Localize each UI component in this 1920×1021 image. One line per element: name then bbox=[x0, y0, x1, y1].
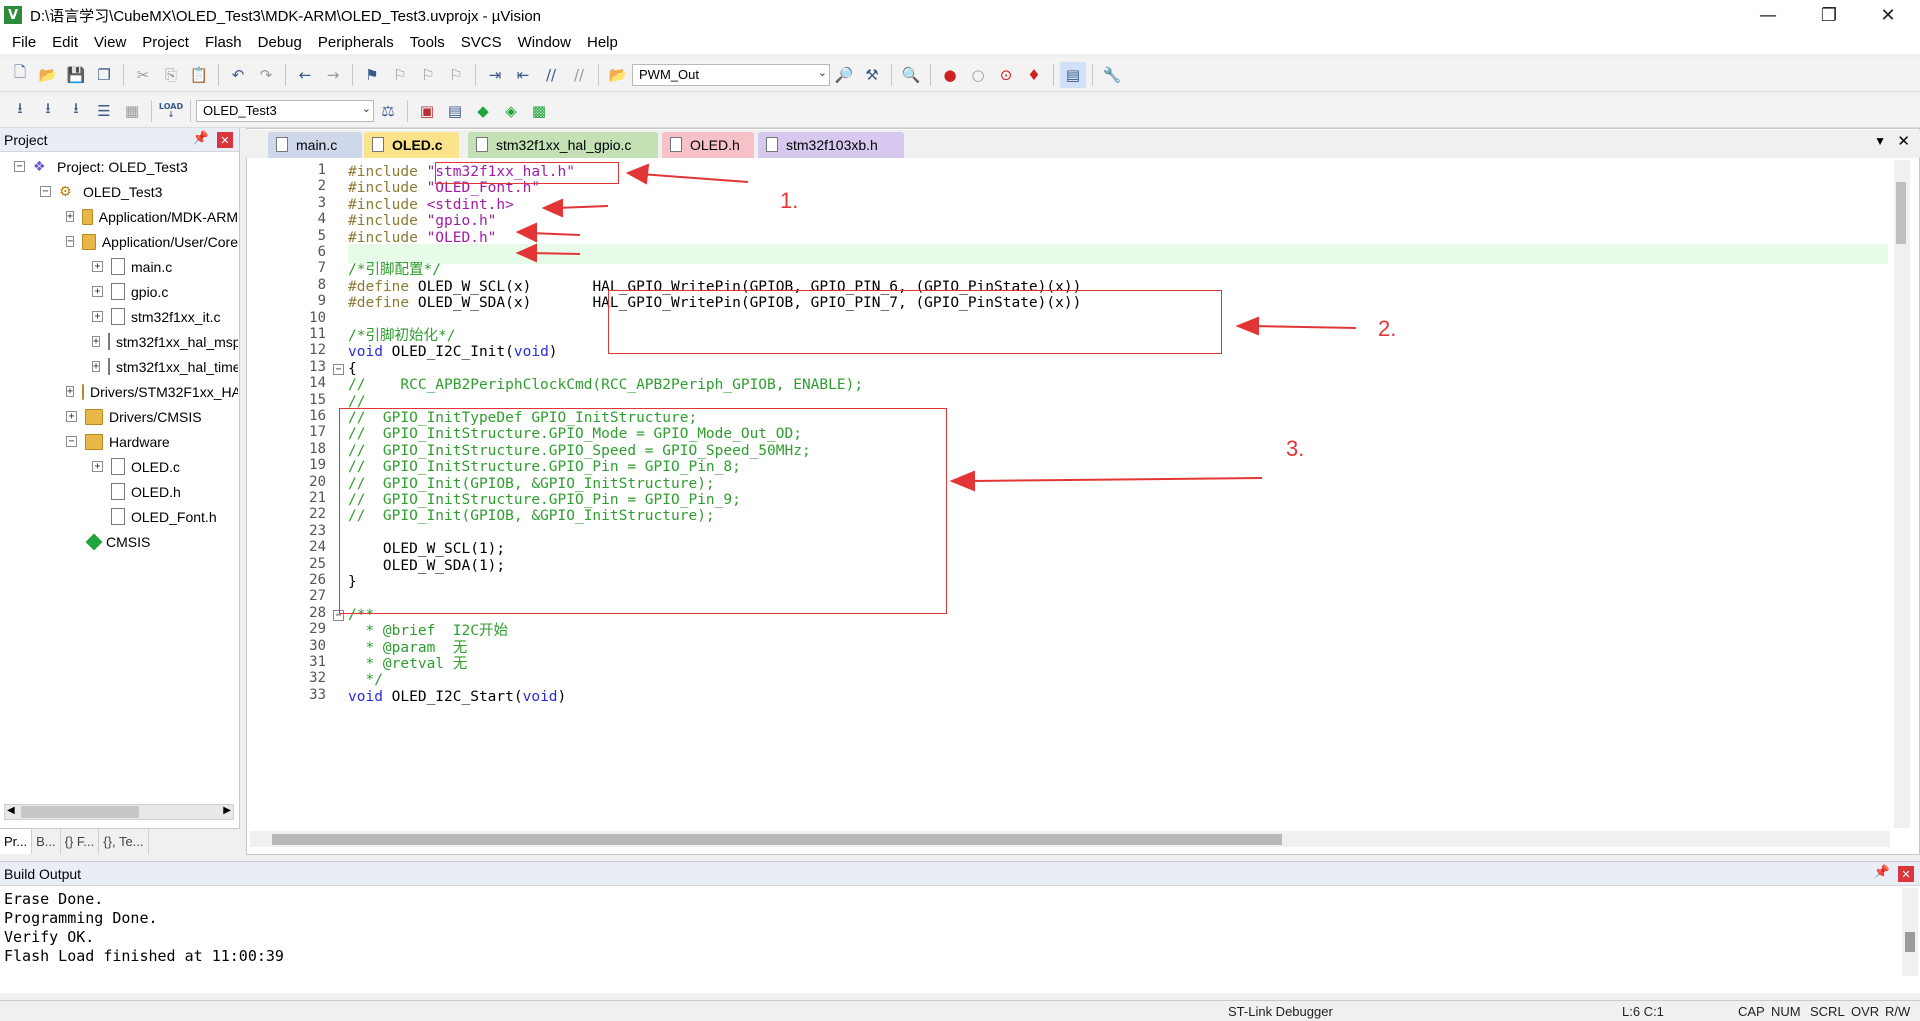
build-output-header: Build Output 📌 ✕ bbox=[0, 862, 1920, 886]
status-bar: ST-Link Debugger L:6 C:1 CAP NUM SCRL OV… bbox=[0, 1000, 1920, 1021]
debugger-status: ST-Link Debugger bbox=[1228, 1004, 1333, 1019]
overwrite-indicator: OVR bbox=[1851, 1004, 1880, 1019]
annotation-label-1: 1. bbox=[780, 188, 799, 213]
pin-icon[interactable]: 📌 bbox=[1874, 865, 1890, 880]
annotation-label-3: 3. bbox=[1286, 436, 1305, 461]
caps-indicator: CAP bbox=[1738, 1004, 1765, 1019]
read-write-indicator: R/W bbox=[1885, 1004, 1911, 1019]
build-output-line: Erase Done. bbox=[4, 890, 104, 908]
build-output-line: Programming Done. bbox=[4, 909, 158, 927]
annotation-label-2: 2. bbox=[1378, 316, 1397, 341]
build-output-scrollbar[interactable] bbox=[1902, 888, 1918, 976]
scroll-lock-indicator: SCRL bbox=[1810, 1004, 1845, 1019]
build-output-title: Build Output bbox=[4, 865, 82, 882]
build-output-line: Flash Load finished at 11:00:39 bbox=[4, 947, 284, 965]
build-output-text[interactable]: Erase Done. Programming Done. Verify OK. Fl… bbox=[4, 890, 284, 966]
num-indicator: NUM bbox=[1771, 1004, 1801, 1019]
build-output-panel: Build Output 📌 ✕ Erase Done. Programming … bbox=[0, 861, 1920, 993]
close-icon[interactable]: ✕ bbox=[1898, 866, 1914, 882]
build-output-line: Verify OK. bbox=[4, 928, 95, 946]
scrollbar-thumb[interactable] bbox=[1905, 932, 1915, 952]
cursor-position: L:6 C:1 bbox=[1622, 1004, 1664, 1019]
